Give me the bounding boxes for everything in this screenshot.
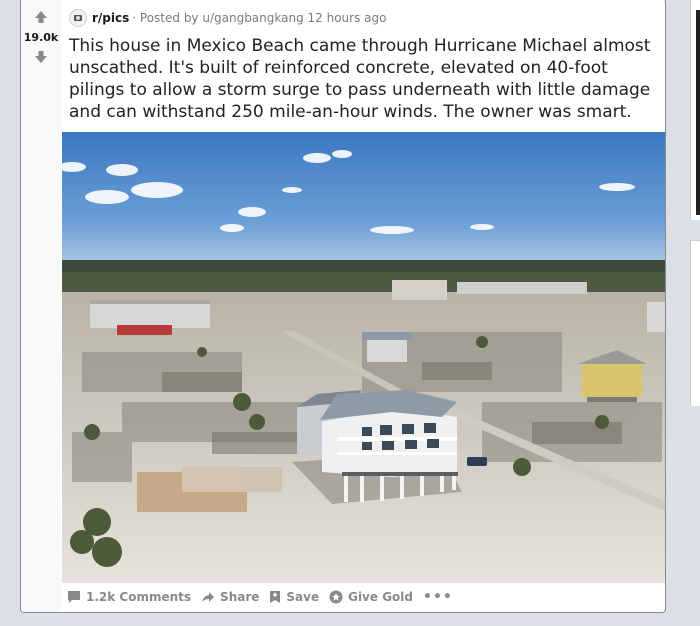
subreddit-link[interactable]: r/pics xyxy=(92,11,129,25)
sidebar-widget-2 xyxy=(690,240,700,406)
share-label: Share xyxy=(220,590,260,604)
post-meta: r/pics · Posted by u/gangbangkang 12 hou… xyxy=(69,8,386,28)
post-card[interactable]: 19.0k r/pics · Posted by u/gangbangkang … xyxy=(20,0,666,613)
share-button[interactable]: Share xyxy=(201,590,259,604)
upvote-icon[interactable] xyxy=(33,9,49,25)
gold-icon xyxy=(329,590,343,604)
give-gold-button[interactable]: Give Gold xyxy=(329,590,413,604)
posted-by[interactable]: · Posted by u/gangbangkang 12 hours ago xyxy=(132,11,386,25)
vote-score: 19.0k xyxy=(23,31,59,44)
post-image[interactable] xyxy=(62,132,665,583)
give-gold-label: Give Gold xyxy=(348,590,413,604)
save-label: Save xyxy=(286,590,320,604)
post-title[interactable]: This house in Mexico Beach came through … xyxy=(69,35,659,123)
more-label: ••• xyxy=(423,589,453,605)
save-icon xyxy=(270,591,281,603)
vote-column: 19.0k xyxy=(21,0,61,612)
comments-button[interactable]: 1.2k Comments xyxy=(67,590,191,604)
sidebar-widget-edge xyxy=(696,10,700,215)
downvote-icon[interactable] xyxy=(33,49,49,65)
more-icon[interactable]: ••• xyxy=(423,589,453,605)
comment-icon xyxy=(68,591,80,603)
save-button[interactable]: Save xyxy=(269,590,319,604)
comments-label: 1.2k Comments xyxy=(86,590,192,604)
subreddit-avatar[interactable] xyxy=(69,9,87,27)
post-actions: 1.2k Comments Share Save Give Gold ••• xyxy=(67,586,463,608)
share-icon xyxy=(202,592,215,602)
